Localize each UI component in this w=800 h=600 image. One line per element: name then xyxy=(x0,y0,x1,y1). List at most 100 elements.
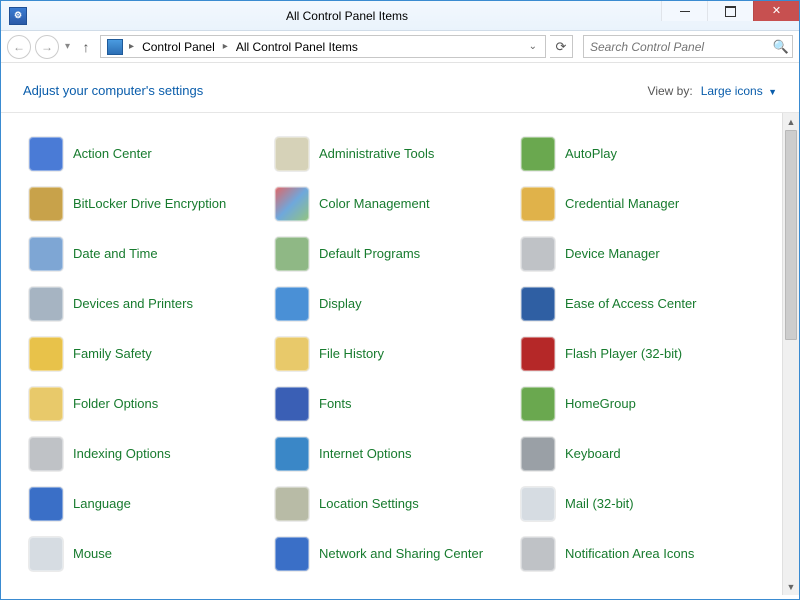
item-label: Mail (32-bit) xyxy=(565,496,634,512)
homegroup-icon xyxy=(521,387,555,421)
view-by-label: View by: xyxy=(648,84,693,98)
maximize-button[interactable] xyxy=(707,1,753,21)
scroll-up-arrow[interactable]: ▲ xyxy=(783,113,799,130)
item-label: Keyboard xyxy=(565,446,621,462)
page-title: Adjust your computer's settings xyxy=(23,83,203,98)
search-box[interactable]: 🔍 xyxy=(583,35,793,58)
breadcrumb-root[interactable]: Control Panel xyxy=(136,38,221,56)
search-input[interactable] xyxy=(584,40,770,54)
autoplay-icon xyxy=(521,137,555,171)
item-label: Ease of Access Center xyxy=(565,296,697,312)
control-panel-item[interactable]: Family Safety xyxy=(23,329,269,379)
control-panel-item[interactable]: Language xyxy=(23,479,269,529)
breadcrumb-separator: ▸ xyxy=(221,41,230,52)
refresh-button[interactable]: ⟳ xyxy=(550,35,573,58)
control-panel-item[interactable]: Flash Player (32-bit) xyxy=(515,329,761,379)
display-icon xyxy=(275,287,309,321)
vertical-scrollbar[interactable]: ▲ ▼ xyxy=(782,113,799,595)
device-icon xyxy=(521,237,555,271)
item-label: Display xyxy=(319,296,362,312)
fonts-icon xyxy=(275,387,309,421)
control-panel-item[interactable]: Keyboard xyxy=(515,429,761,479)
forward-button[interactable]: → xyxy=(35,35,59,59)
item-label: Device Manager xyxy=(565,246,660,262)
navigation-bar: ← → ▾ ↑ ▸ Control Panel ▸ All Control Pa… xyxy=(1,31,799,63)
up-button[interactable]: ↑ xyxy=(76,37,96,57)
minimize-button[interactable] xyxy=(661,1,707,21)
item-label: Family Safety xyxy=(73,346,152,362)
view-by-control: View by: Large icons ▼ xyxy=(648,84,777,98)
address-dropdown[interactable]: ⌄ xyxy=(523,41,543,52)
control-panel-item[interactable]: Action Center xyxy=(23,129,269,179)
item-label: Internet Options xyxy=(319,446,412,462)
control-panel-item[interactable]: Folder Options xyxy=(23,379,269,429)
item-label: Credential Manager xyxy=(565,196,679,212)
control-panel-item[interactable]: Indexing Options xyxy=(23,429,269,479)
control-panel-item[interactable]: Internet Options xyxy=(269,429,515,479)
item-label: Devices and Printers xyxy=(73,296,193,312)
back-button[interactable]: ← xyxy=(7,35,31,59)
keyboard-icon xyxy=(521,437,555,471)
content-area: Action CenterAdministrative Tools AutoPla… xyxy=(1,113,799,595)
control-panel-item[interactable]: AutoPlay xyxy=(515,129,761,179)
item-label: Color Management xyxy=(319,196,430,212)
control-panel-item[interactable]: HomeGroup xyxy=(515,379,761,429)
network-icon xyxy=(275,537,309,571)
control-panel-item[interactable]: Ease of Access Center xyxy=(515,279,761,329)
flash-icon xyxy=(521,337,555,371)
close-button[interactable] xyxy=(753,1,799,21)
item-label: Language xyxy=(73,496,131,512)
view-by-dropdown[interactable]: Large icons ▼ xyxy=(701,84,777,98)
title-bar: ⚙ All Control Panel Items xyxy=(1,1,799,31)
item-label: Folder Options xyxy=(73,396,158,412)
item-label: Network and Sharing Center xyxy=(319,546,483,562)
control-panel-item[interactable]: Fonts xyxy=(269,379,515,429)
location-icon xyxy=(275,487,309,521)
control-panel-item[interactable]: Credential Manager xyxy=(515,179,761,229)
address-bar[interactable]: ▸ Control Panel ▸ All Control Panel Item… xyxy=(100,35,546,58)
control-panel-item[interactable]: Default Programs xyxy=(269,229,515,279)
control-panel-item[interactable]: Administrative Tools xyxy=(269,129,515,179)
scroll-track[interactable] xyxy=(783,130,799,578)
control-panel-window-icon: ⚙ xyxy=(9,7,27,25)
control-panel-item[interactable]: BitLocker Drive Encryption xyxy=(23,179,269,229)
control-panel-item[interactable]: Network and Sharing Center xyxy=(269,529,515,579)
item-label: File History xyxy=(319,346,384,362)
item-label: Location Settings xyxy=(319,496,419,512)
item-label: Indexing Options xyxy=(73,446,171,462)
flag-icon xyxy=(29,137,63,171)
item-label: Date and Time xyxy=(73,246,158,262)
control-panel-item[interactable]: Location Settings xyxy=(269,479,515,529)
control-panel-item[interactable]: Date and Time xyxy=(23,229,269,279)
control-panel-item[interactable]: File History xyxy=(269,329,515,379)
window-controls xyxy=(661,1,799,21)
printer-icon xyxy=(29,287,63,321)
tools-icon xyxy=(275,137,309,171)
vault-icon xyxy=(521,187,555,221)
control-panel-item[interactable]: Mouse xyxy=(23,529,269,579)
mail-icon xyxy=(521,487,555,521)
control-panel-item[interactable]: Device Manager xyxy=(515,229,761,279)
control-panel-item[interactable]: Mail (32-bit) xyxy=(515,479,761,529)
scroll-down-arrow[interactable]: ▼ xyxy=(783,578,799,595)
internet-icon xyxy=(275,437,309,471)
scroll-thumb[interactable] xyxy=(785,130,797,340)
control-panel-item[interactable]: Color Management xyxy=(269,179,515,229)
item-label: Fonts xyxy=(319,396,352,412)
breadcrumb-separator: ▸ xyxy=(127,41,136,52)
items-grid: Action CenterAdministrative Tools AutoPla… xyxy=(23,129,791,579)
defaults-icon xyxy=(275,237,309,271)
item-label: HomeGroup xyxy=(565,396,636,412)
item-label: AutoPlay xyxy=(565,146,617,162)
control-panel-item[interactable]: Display xyxy=(269,279,515,329)
history-icon xyxy=(275,337,309,371)
control-panel-item[interactable]: Devices and Printers xyxy=(23,279,269,329)
history-dropdown[interactable]: ▾ xyxy=(63,41,72,52)
chevron-down-icon: ▼ xyxy=(768,87,777,97)
language-icon xyxy=(29,487,63,521)
control-panel-item[interactable]: Notification Area Icons xyxy=(515,529,761,579)
view-by-value: Large icons xyxy=(701,84,763,98)
breadcrumb-current[interactable]: All Control Panel Items xyxy=(230,38,364,56)
tray-icon xyxy=(521,537,555,571)
search-icon[interactable]: 🔍 xyxy=(770,39,792,55)
